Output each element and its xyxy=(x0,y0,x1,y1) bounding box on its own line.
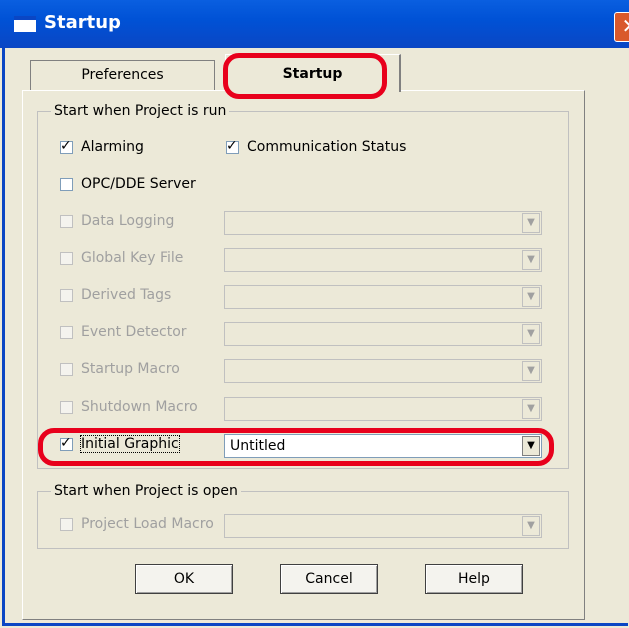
initial-graphic-checkbox[interactable]: ✓ Initial Graphic xyxy=(60,434,180,453)
event-detector-label: Event Detector xyxy=(81,324,187,340)
global-key-file-combo: ▼ xyxy=(224,248,542,272)
window-title: Startup xyxy=(44,12,121,33)
check-icon: ✓ xyxy=(60,434,72,451)
derived-tags-checkbox: Derived Tags xyxy=(60,287,171,303)
derived-tags-label: Derived Tags xyxy=(81,287,172,303)
chevron-down-icon: ▼ xyxy=(522,361,540,381)
alarming-label: Alarming xyxy=(81,139,144,155)
startup-macro-label: Startup Macro xyxy=(81,361,180,377)
event-detector-checkbox: Event Detector xyxy=(60,324,187,340)
check-icon: ✓ xyxy=(60,137,72,154)
check-icon: ✓ xyxy=(226,137,238,154)
data-logging-checkbox: Data Logging xyxy=(60,213,174,229)
initial-graphic-combo[interactable]: Untitled ▼ xyxy=(224,434,542,458)
data-logging-combo: ▼ xyxy=(224,211,542,235)
group-run-label: Start when Project is run xyxy=(51,103,230,119)
group-open-label: Start when Project is open xyxy=(51,483,241,499)
shutdown-macro-checkbox: Shutdown Macro xyxy=(60,399,198,415)
shutdown-macro-label: Shutdown Macro xyxy=(81,399,198,415)
alarming-checkbox[interactable]: ✓ Alarming xyxy=(60,137,144,155)
initial-graphic-value: Untitled xyxy=(230,438,286,454)
startup-macro-checkbox: Startup Macro xyxy=(60,361,180,377)
derived-tags-combo: ▼ xyxy=(224,285,542,309)
global-key-file-checkbox: Global Key File xyxy=(60,250,183,266)
opc-dde-server-label: OPC/DDE Server xyxy=(81,176,196,192)
project-load-macro-checkbox: Project Load Macro xyxy=(60,516,214,532)
project-load-macro-combo: ▼ xyxy=(224,514,542,538)
startup-macro-combo: ▼ xyxy=(224,359,542,383)
tab-preferences[interactable]: Preferences xyxy=(30,60,215,90)
window-icon xyxy=(14,16,36,32)
project-load-macro-label: Project Load Macro xyxy=(81,516,214,532)
opc-dde-server-checkbox[interactable]: OPC/DDE Server xyxy=(60,176,196,192)
chevron-down-icon: ▼ xyxy=(522,324,540,344)
communication-status-checkbox[interactable]: ✓ Communication Status xyxy=(226,137,407,155)
global-key-file-label: Global Key File xyxy=(81,250,184,266)
chevron-down-icon[interactable]: ▼ xyxy=(522,436,540,456)
communication-status-label: Communication Status xyxy=(247,139,407,155)
chevron-down-icon: ▼ xyxy=(522,213,540,233)
chevron-down-icon: ▼ xyxy=(522,516,540,536)
shutdown-macro-combo: ▼ xyxy=(224,397,542,421)
chevron-down-icon: ▼ xyxy=(522,287,540,307)
data-logging-label: Data Logging xyxy=(81,213,175,229)
tab-preferences-label: Preferences xyxy=(81,67,164,83)
close-button[interactable]: ✕ xyxy=(614,12,629,42)
tab-startup-label: Startup xyxy=(282,66,343,82)
tab-startup[interactable]: Startup xyxy=(225,54,401,92)
event-detector-combo: ▼ xyxy=(224,322,542,346)
chevron-down-icon: ▼ xyxy=(522,399,540,419)
ok-button[interactable]: OK xyxy=(135,564,233,594)
initial-graphic-label: Initial Graphic xyxy=(80,435,180,453)
chevron-down-icon: ▼ xyxy=(522,250,540,270)
help-button[interactable]: Help xyxy=(425,564,523,594)
cancel-button[interactable]: Cancel xyxy=(280,564,378,594)
